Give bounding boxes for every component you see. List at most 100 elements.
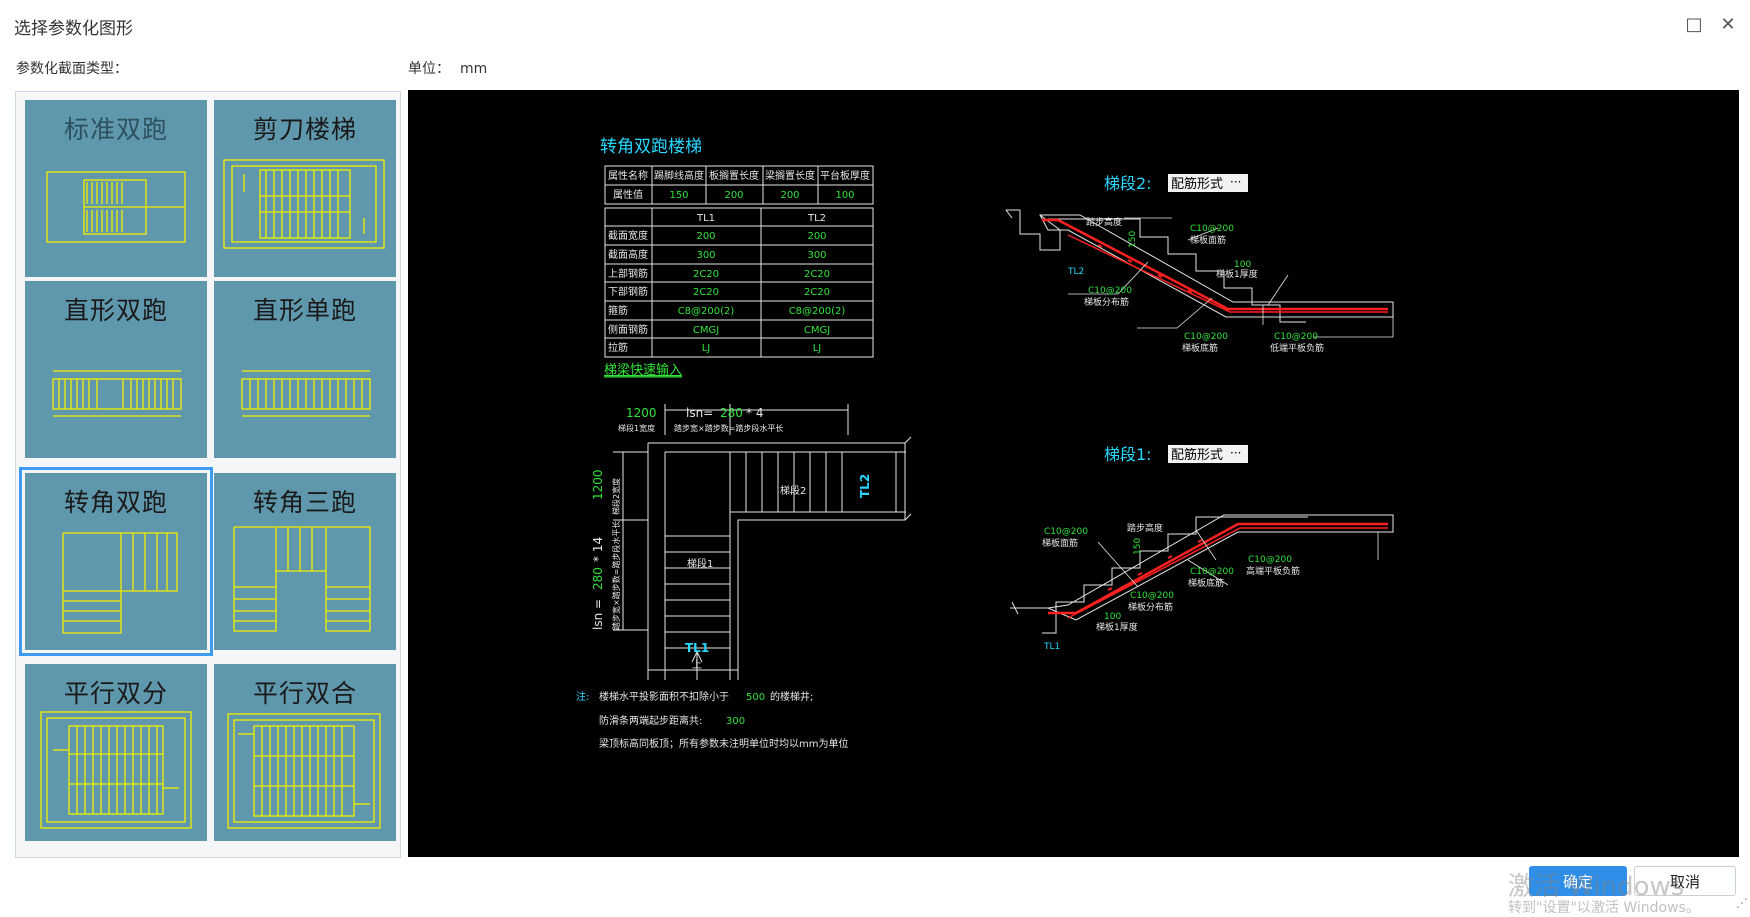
props-header: 踢脚线高度 — [654, 169, 704, 182]
dim-top-2-value[interactable]: 280 — [720, 406, 743, 420]
straight-double-stair-icon — [52, 370, 182, 417]
dim-top-2-suffix: * 4 — [746, 406, 763, 420]
close-icon[interactable]: ✕ — [1716, 12, 1740, 36]
dim-top-2-note: 踏步宽×踏步数=踏步段水平长 — [674, 423, 783, 433]
tile-parallel-split[interactable]: 平行双分 — [25, 664, 207, 841]
beam-row-label: 上部钢筋 — [608, 267, 648, 280]
title-bar: 选择参数化图形 □ ✕ — [0, 0, 1750, 48]
notes-line1-end: 的楼梯井; — [770, 690, 813, 703]
cancel-button[interactable]: 取消 — [1634, 866, 1736, 896]
cad-preview: 转角双跑楼梯 属性名称 踢脚线高度 板搁置长度 梁搁置长度 平台板厚度 属性值 … — [408, 90, 1739, 857]
dim-left-2-value[interactable]: 280 — [591, 567, 605, 590]
props-header: 梁搁置长度 — [765, 169, 815, 182]
beam-row-value-tl2[interactable]: 200 — [807, 231, 826, 242]
beam-quick-input-link[interactable]: 梯梁快速输入 — [604, 362, 682, 378]
f1-top-rebar[interactable]: C10@200 — [1044, 527, 1088, 537]
beam-row-value-tl2[interactable]: 2C20 — [804, 287, 830, 298]
tile-corner-triple[interactable]: 转角三跑 — [214, 473, 396, 650]
tile-scissor[interactable]: 剪刀楼梯 — [214, 100, 396, 277]
beam-row-value-tl2[interactable]: 300 — [807, 250, 826, 261]
dim-left-1[interactable]: 1200 — [591, 469, 605, 500]
maximize-icon[interactable]: □ — [1682, 12, 1706, 36]
props-value[interactable]: 200 — [780, 190, 799, 201]
f1-slab-rebar-note: 高端平板负筋 — [1246, 565, 1300, 577]
f1-dist-rebar[interactable]: C10@200 — [1130, 591, 1174, 601]
props-value[interactable]: 200 — [724, 190, 743, 201]
beam-row-label: 箍筋 — [608, 304, 628, 317]
activation-watermark-sub: 转到"设置"以激活 Windows。 — [1508, 900, 1700, 916]
f2-top-rebar-note: 梯板面筋 — [1190, 234, 1226, 246]
f2-dist-rebar[interactable]: C10@200 — [1088, 286, 1132, 296]
notes-line3: 梁顶标高同板顶；所有参数未注明单位时均以mm为单位 — [599, 737, 848, 750]
ok-button[interactable]: 确定 — [1529, 866, 1627, 896]
f2-slab-rebar[interactable]: C10@200 — [1274, 332, 1318, 342]
beam-row-label: 拉筋 — [608, 341, 628, 354]
f2-dist-rebar-note: 梯板分布筋 — [1084, 296, 1129, 308]
f2-thick-note: 梯板1厚度 — [1216, 268, 1258, 280]
tile-corner-double[interactable]: 转角双跑 — [19, 467, 213, 656]
shape-grid: 标准双跑 剪刀楼梯 直形双跑 直形单跑 转角双跑 转角三跑 平行双分 平行双合 — [15, 91, 401, 858]
unit-value: mm — [460, 61, 488, 77]
f2-thick-value[interactable]: 100 — [1234, 260, 1251, 270]
notes-value-300[interactable]: 300 — [726, 716, 745, 727]
beam-row-value-tl1[interactable]: 2C20 — [693, 287, 719, 298]
beam-row-value-tl2[interactable]: LJ — [813, 343, 822, 354]
f1-riser-value[interactable]: 150 — [1133, 538, 1143, 555]
more-icon[interactable]: ··· — [1230, 446, 1241, 460]
beam-row-value-tl1[interactable]: 200 — [696, 231, 715, 242]
beam-row-value-tl2[interactable]: C8@200(2) — [789, 306, 846, 317]
flight1-section-label: 梯段1: — [1104, 445, 1152, 464]
corner-double-stair-icon — [62, 532, 178, 634]
props-value[interactable]: 150 — [669, 190, 688, 201]
notes-line2: 防滑条两端起步距离共: — [599, 714, 702, 727]
tl2-label[interactable]: TL2 — [858, 474, 872, 498]
tl1-label[interactable]: TL1 — [685, 641, 709, 655]
dim-left-1-note: 梯段2宽度 — [611, 478, 621, 515]
notes-line1: 楼梯水平投影面积不扣除小于 — [599, 690, 729, 703]
f1-beam[interactable]: TL1 — [1043, 642, 1060, 652]
tile-straight-double[interactable]: 直形双跑 — [25, 281, 207, 458]
flight2-section-label: 梯段2: — [1104, 174, 1152, 193]
beam-row-value-tl1[interactable]: CMGJ — [693, 325, 719, 336]
f1-bottom-rebar-note: 梯板底筋 — [1188, 577, 1224, 589]
corner-triple-stair-icon — [233, 526, 371, 632]
f1-top-rebar-note: 梯板面筋 — [1042, 537, 1078, 549]
beam-row-label: 截面宽度 — [608, 229, 648, 242]
f2-top-rebar[interactable]: C10@200 — [1190, 224, 1234, 234]
preview-title: 转角双跑楼梯 — [600, 137, 702, 157]
f1-slab-rebar[interactable]: C10@200 — [1248, 555, 1292, 565]
f2-bottom-rebar-note: 梯板底筋 — [1182, 342, 1218, 354]
flight1-select-value: 配筋形式 — [1171, 447, 1223, 463]
tile-straight-single[interactable]: 直形单跑 — [214, 281, 396, 458]
beam-row-value-tl1[interactable]: 2C20 — [693, 269, 719, 280]
more-icon[interactable]: ··· — [1230, 175, 1241, 189]
props-header: 平台板厚度 — [820, 169, 870, 182]
beam-row-value-tl1[interactable]: 300 — [696, 250, 715, 261]
dim-left-2-suffix: * 14 — [591, 537, 605, 562]
resize-grip-icon[interactable]: ⋰ — [1736, 896, 1748, 910]
beam-row-value-tl2[interactable]: CMGJ — [804, 325, 830, 336]
f1-thick-note: 梯板1厚度 — [1096, 621, 1138, 633]
notes-prefix: 注: — [576, 690, 589, 703]
props-row-label: 属性值 — [613, 188, 643, 201]
unit-label-text: 单位： — [408, 61, 450, 77]
beam-row-value-tl1[interactable]: C8@200(2) — [678, 306, 735, 317]
beam-row-label: 截面高度 — [608, 248, 648, 261]
tile-standard-double[interactable]: 标准双跑 — [25, 100, 207, 277]
f2-slab-rebar-note: 低端平板负筋 — [1270, 342, 1324, 354]
tile-parallel-merge[interactable]: 平行双合 — [214, 664, 396, 841]
f1-bottom-rebar[interactable]: C10@200 — [1190, 567, 1234, 577]
f1-thick-value[interactable]: 100 — [1104, 612, 1121, 622]
notes-value-500[interactable]: 500 — [746, 692, 765, 703]
flight2-select-value: 配筋形式 — [1171, 176, 1223, 192]
f2-bottom-rebar[interactable]: C10@200 — [1184, 332, 1228, 342]
props-value[interactable]: 100 — [835, 190, 854, 201]
dim-top-1[interactable]: 1200 — [626, 406, 657, 420]
beam-row-value-tl1[interactable]: LJ — [702, 343, 711, 354]
dim-left-2-prefix: lsn = — [591, 599, 605, 630]
beam-row-value-tl2[interactable]: 2C20 — [804, 269, 830, 280]
f2-riser-value[interactable]: 150 — [1128, 231, 1138, 248]
beam-col-header: TL2 — [807, 213, 826, 224]
dim-top-2-prefix: lsn= — [686, 406, 713, 420]
f2-beam[interactable]: TL2 — [1067, 267, 1084, 277]
